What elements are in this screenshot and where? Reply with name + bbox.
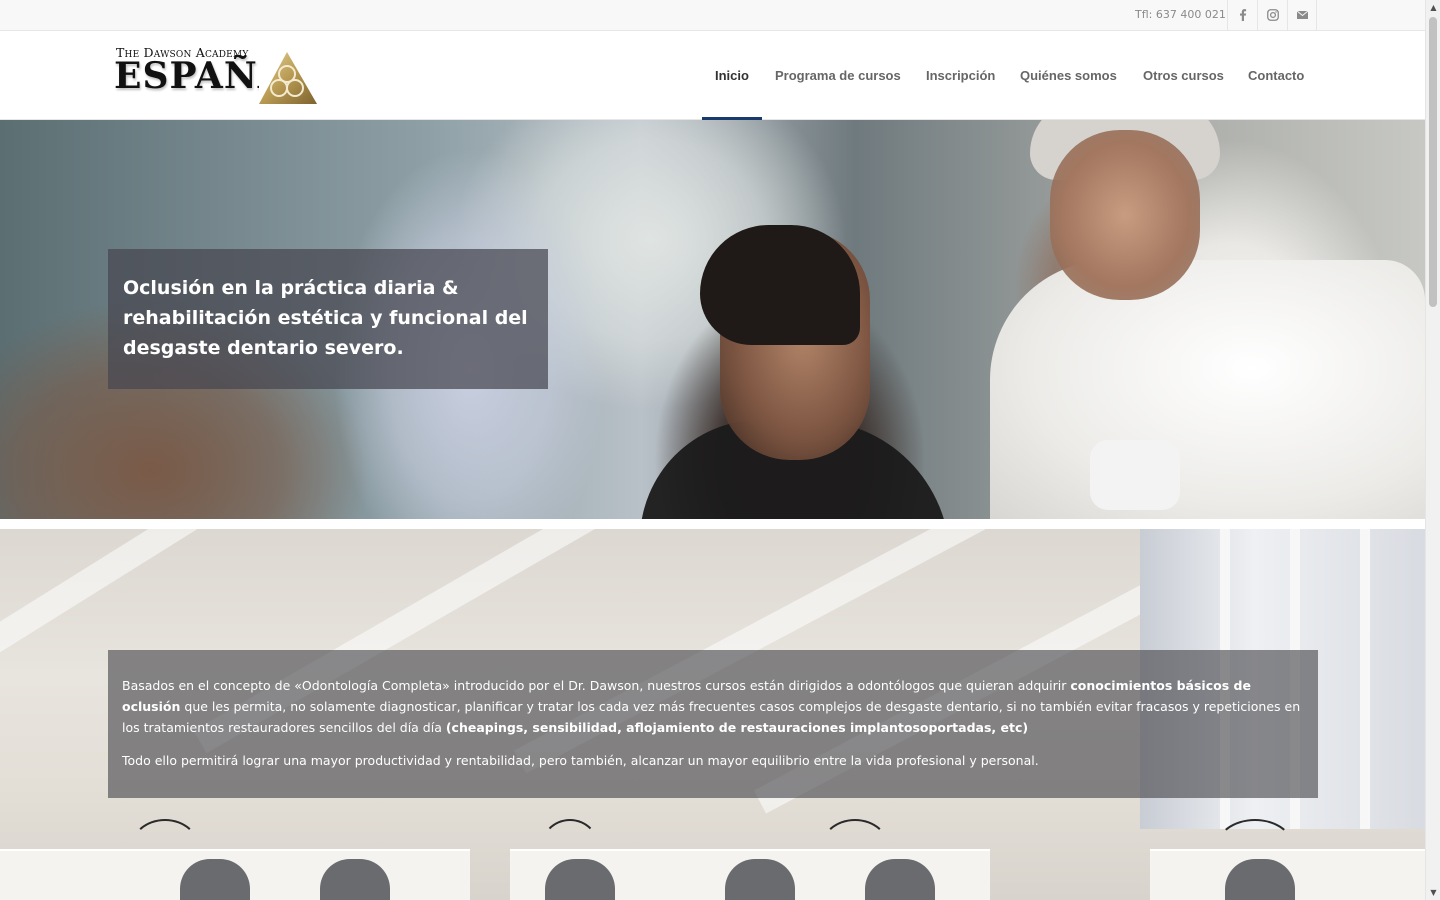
microphone [820,819,890,879]
intro-text-box: Basados en el concepto de «Odontología C… [108,650,1318,798]
facebook-icon [1239,9,1246,21]
hero-caption-box: Oclusión en la práctica diaria & rehabil… [108,249,548,389]
site-logo[interactable]: The Dawson Academy España [114,44,320,106]
instagram-icon [1266,9,1279,21]
instagram-link[interactable] [1257,0,1287,30]
mail-link[interactable] [1287,0,1317,30]
microphone [1215,819,1295,879]
nav-item-otros-cursos[interactable]: Otros cursos [1143,31,1224,120]
nav-item-programa[interactable]: Programa de cursos [775,31,901,120]
hero-photo-shirt [990,260,1425,519]
phone-number: Tfl: 637 400 021 [1135,8,1226,21]
hero-title: Oclusión en la práctica diaria & rehabil… [123,277,528,359]
main-header: The Dawson Academy España Inicio Program… [0,31,1425,120]
nav-item-inicio[interactable]: Inicio [715,31,749,120]
intro-highlight: (cheapings, sensibilidad, aflojamiento d… [445,720,1029,735]
microphone [130,819,200,879]
hero-photo-face2 [1050,130,1200,300]
page-scrollbar[interactable]: ▲ ▼ [1425,0,1440,900]
hero-photo-dental-model [1090,440,1180,510]
scroll-up-icon[interactable]: ▲ [1426,0,1440,15]
intro-text: Basados en el concepto de «Odontología C… [122,678,1071,693]
intro-paragraph-2: Todo ello permitirá lograr una mayor pro… [122,753,1039,768]
facebook-link[interactable] [1227,0,1257,30]
nav-item-contacto[interactable]: Contacto [1248,31,1304,120]
nav-item-inscripcion[interactable]: Inscripción [926,31,995,120]
scrollbar-thumb[interactable] [1429,17,1437,307]
hero-photo-hair [700,225,860,345]
triangle-logo-icon [259,52,317,104]
section-gap [0,519,1425,529]
scroll-down-icon[interactable]: ▼ [1426,885,1440,900]
top-bar: Tfl: 637 400 021 [0,0,1425,31]
microphone [540,819,600,879]
mail-icon [1296,11,1308,19]
hero-banner: Oclusión en la práctica diaria & rehabil… [0,120,1425,519]
nav-item-quienes-somos[interactable]: Quiénes somos [1020,31,1117,120]
intro-paragraph-1: Basados en el concepto de «Odontología C… [122,675,1304,738]
logo-line2: España [114,55,259,97]
